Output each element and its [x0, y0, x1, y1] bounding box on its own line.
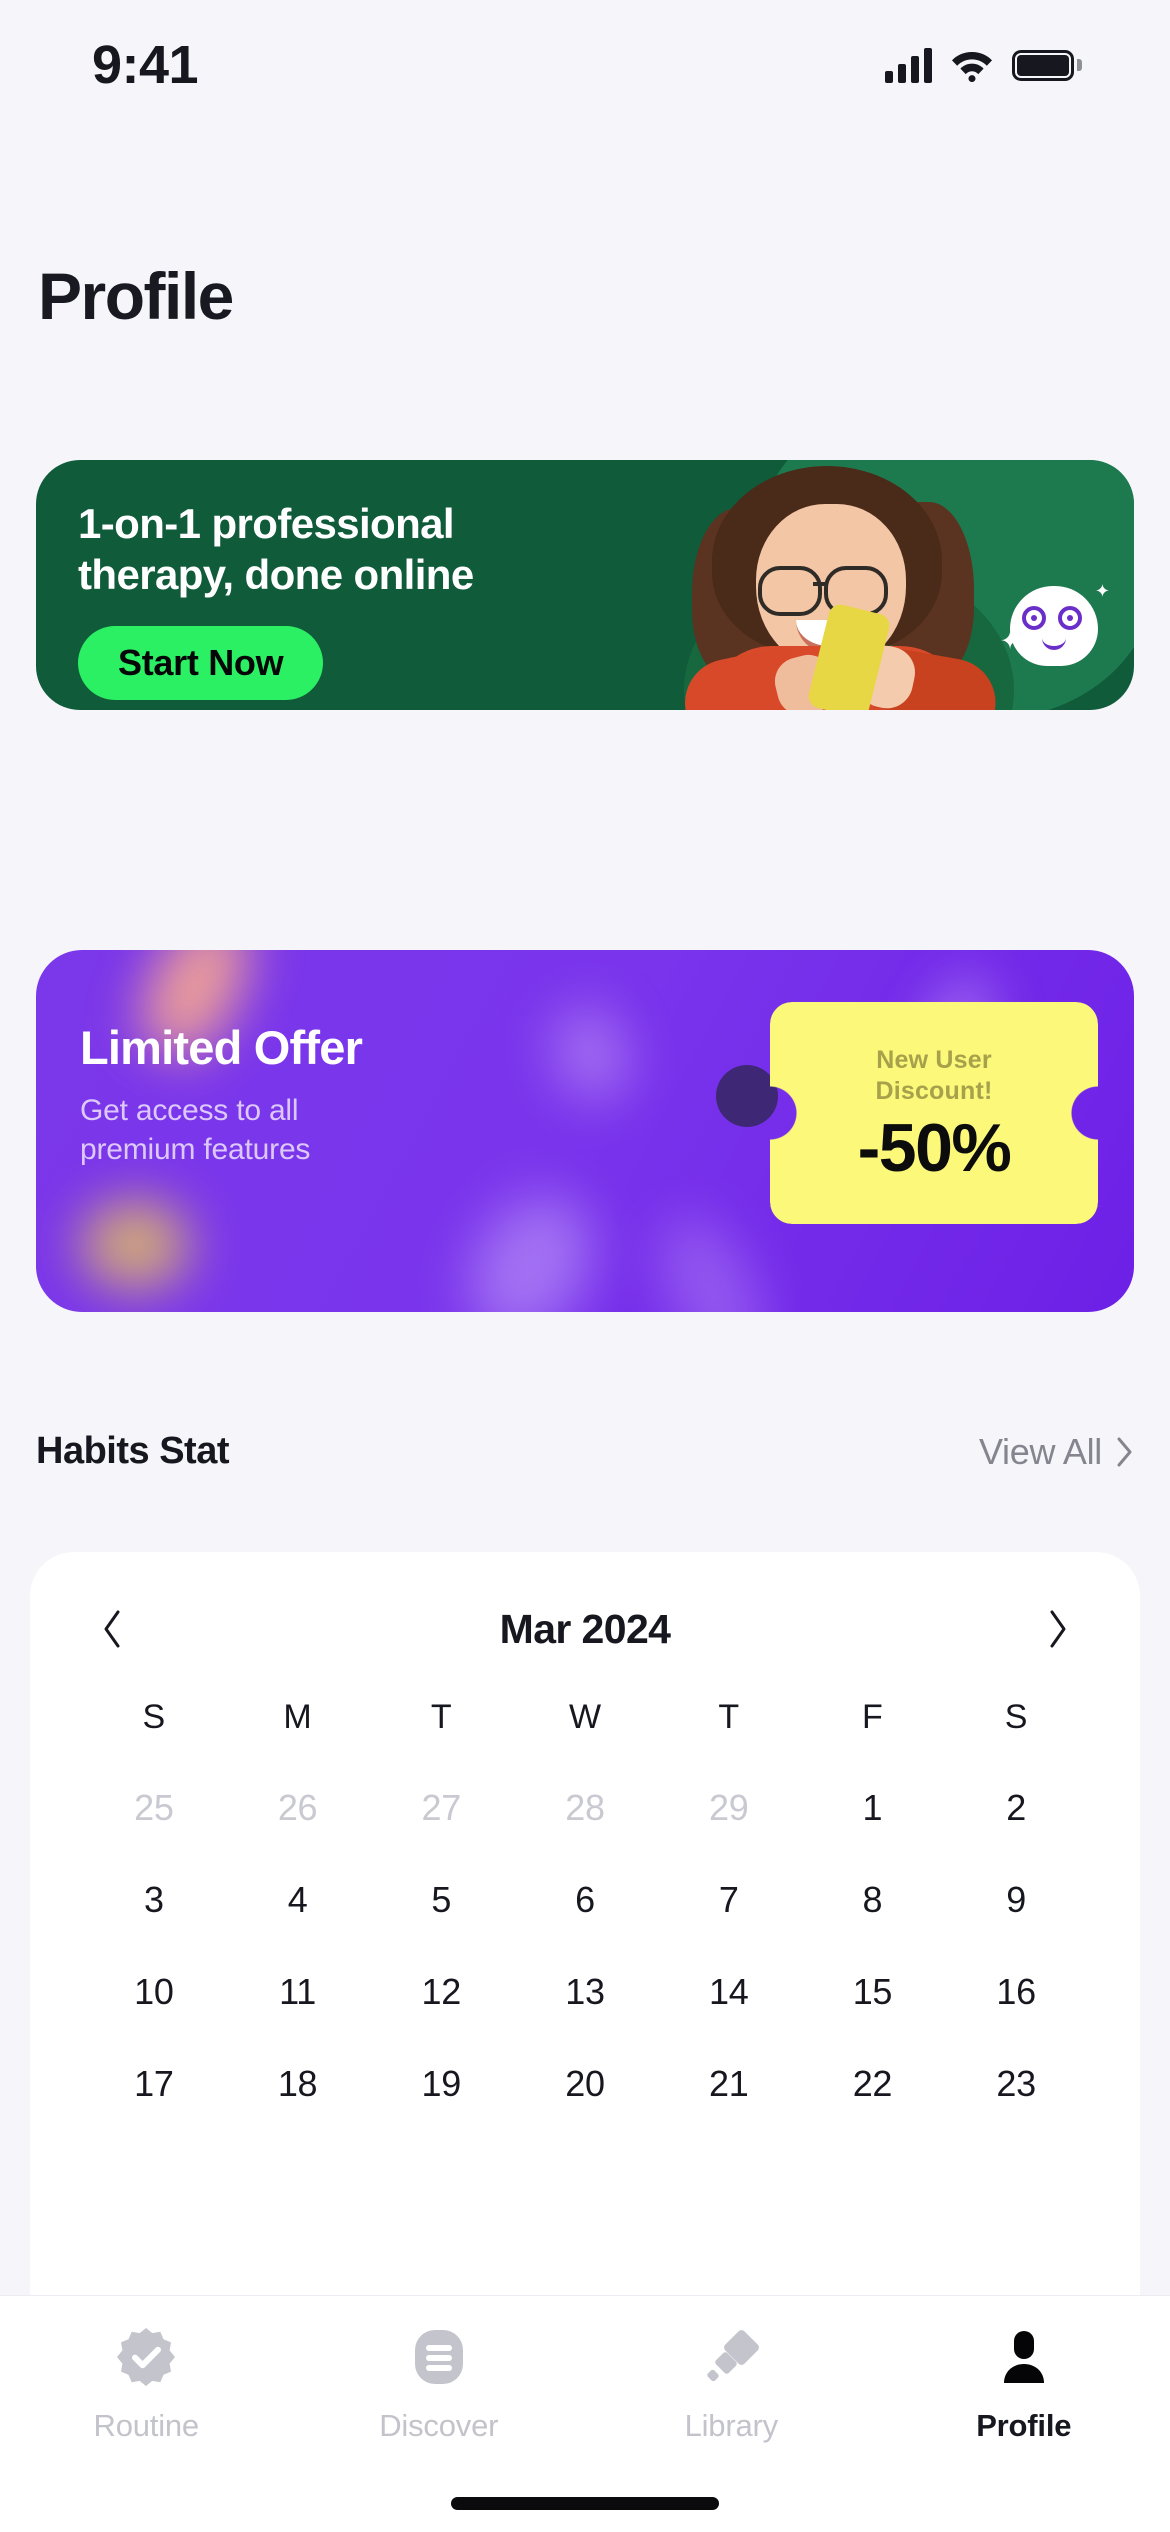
calendar-prev-month-button[interactable]: [82, 1599, 142, 1659]
calendar-day-cell[interactable]: 2: [944, 1787, 1088, 1829]
calendar-day-cell[interactable]: 9: [944, 1879, 1088, 1921]
calendar-day-cell[interactable]: 20: [513, 2063, 657, 2105]
calendar-day-cell[interactable]: 18: [226, 2063, 370, 2105]
status-bar-time: 9:41: [92, 35, 199, 95]
tab-library[interactable]: Library: [585, 2296, 878, 2444]
banner-content: 1-on-1 professional therapy, done online…: [78, 498, 474, 701]
banner-heading: 1-on-1 professional therapy, done online: [78, 500, 474, 599]
offer-text-block: Limited Offer Get access to all premium …: [80, 1021, 363, 1169]
calendar-weekday: S: [142, 1698, 166, 1736]
calendar-day-cell[interactable]: 14: [657, 1971, 801, 2013]
calendar-week-row: 10 11 12 13 14 15 16: [82, 1971, 1088, 2013]
chevron-left-icon: [104, 1610, 120, 1648]
tab-routine[interactable]: Routine: [0, 2296, 293, 2444]
start-now-button[interactable]: Start Now: [78, 626, 324, 701]
calendar-day-cell[interactable]: 16: [944, 1971, 1088, 2013]
calendar-weekday: T: [718, 1698, 740, 1736]
calendar-day-cell[interactable]: 27: [369, 1787, 513, 1829]
calendar-day-cell[interactable]: 17: [82, 2063, 226, 2105]
calendar-day-cell[interactable]: 4: [226, 1879, 370, 1921]
calendar-week-row: 17 18 19 20 21 22 23: [82, 2063, 1088, 2105]
calendar-week-row: 3 4 5 6 7 8 9: [82, 1879, 1088, 1921]
offer-decor-glow: [445, 1174, 617, 1312]
calendar-weekday: W: [568, 1698, 602, 1736]
calendar-day-cell[interactable]: 6: [513, 1879, 657, 1921]
calendar-month-label: Mar 2024: [499, 1605, 671, 1652]
offer-title: Limited Offer: [80, 1021, 363, 1074]
mascot-sticker-icon: ✦ ✦: [1000, 578, 1110, 674]
tab-discover[interactable]: Discover: [293, 2296, 586, 2444]
chevron-right-icon: [1117, 1437, 1132, 1466]
calendar-day-cell[interactable]: 10: [82, 1971, 226, 2013]
offer-subtitle: Get access to all premium features: [80, 1094, 311, 1166]
cellular-signal-icon: [885, 47, 932, 83]
limited-offer-card[interactable]: Limited Offer Get access to all premium …: [36, 950, 1134, 1312]
therapy-promo-banner[interactable]: ✦ ✦ 1-on-1 professional therapy, done on…: [36, 460, 1134, 710]
bottom-tab-bar: Routine Discover Library Profile: [0, 2295, 1170, 2532]
calendar-weekday: M: [283, 1698, 312, 1736]
calendar-day-cell[interactable]: 29: [657, 1787, 801, 1829]
status-bar-icons: [885, 47, 1082, 83]
calendar-day-cell[interactable]: 26: [226, 1787, 370, 1829]
offer-decor-glow: [541, 996, 641, 1112]
tab-label: Discover: [379, 2408, 499, 2443]
home-indicator: [451, 2497, 719, 2510]
list-lines-icon: [402, 2320, 476, 2394]
calendar-day-cell[interactable]: 8: [801, 1879, 945, 1921]
calendar-day-cell[interactable]: 23: [944, 2063, 1088, 2105]
calendar-day-cell[interactable]: 13: [513, 1971, 657, 2013]
diamond-brush-icon: [694, 2320, 768, 2394]
calendar-weekday: S: [1004, 1698, 1028, 1736]
calendar-weekday: F: [862, 1698, 883, 1736]
tab-label: Profile: [976, 2408, 1072, 2443]
person-icon: [987, 2320, 1061, 2394]
habits-calendar-card: Mar 2024 S M T W T F S 25 26 27 28 29 1 …: [30, 1552, 1140, 2402]
view-all-label: View All: [978, 1430, 1102, 1472]
calendar-weekday-header: S M T W T F S: [82, 1698, 1088, 1737]
tab-label: Library: [684, 2408, 779, 2443]
calendar-day-cell[interactable]: 25: [82, 1787, 226, 1829]
coupon-label: New User Discount!: [875, 1045, 993, 1106]
chevron-right-icon: [1050, 1610, 1066, 1648]
verified-check-badge-icon: [109, 2320, 183, 2394]
calendar-day-cell[interactable]: 1: [801, 1787, 945, 1829]
wifi-icon: [952, 52, 992, 82]
coupon-discount-value: -50%: [857, 1109, 1012, 1186]
battery-icon: [1012, 49, 1082, 81]
discount-coupon[interactable]: New User Discount! -50%: [770, 1002, 1098, 1224]
calendar-week-row: 25 26 27 28 29 1 2: [82, 1787, 1088, 1829]
tab-label: Routine: [93, 2408, 200, 2443]
section-title: Habits Stat: [36, 1430, 229, 1472]
offer-decor-glow: [80, 1200, 190, 1290]
calendar-day-cell[interactable]: 15: [801, 1971, 945, 2013]
calendar-day-cell[interactable]: 5: [369, 1879, 513, 1921]
coupon-punch-dot: [716, 1065, 778, 1127]
calendar-weekday: T: [430, 1698, 452, 1736]
tab-profile[interactable]: Profile: [878, 2296, 1170, 2444]
calendar-header: Mar 2024: [82, 1552, 1088, 1684]
calendar-day-cell[interactable]: 22: [801, 2063, 945, 2105]
habits-stat-header: Habits Stat View All: [36, 1430, 1134, 1473]
calendar-day-cell[interactable]: 21: [657, 2063, 801, 2105]
calendar-day-cell[interactable]: 19: [369, 2063, 513, 2105]
calendar-day-cell[interactable]: 28: [513, 1787, 657, 1829]
view-all-button[interactable]: View All: [979, 1431, 1134, 1473]
status-bar: 9:41: [0, 0, 1170, 130]
page-title: Profile: [38, 259, 234, 333]
calendar-day-cell[interactable]: 7: [657, 1879, 801, 1921]
calendar-day-cell[interactable]: 12: [369, 1971, 513, 2013]
calendar-next-month-button[interactable]: [1028, 1599, 1088, 1659]
calendar-day-cell[interactable]: 11: [226, 1971, 370, 2013]
offer-decor-glow: [640, 1202, 784, 1312]
calendar-day-cell[interactable]: 3: [82, 1879, 226, 1921]
